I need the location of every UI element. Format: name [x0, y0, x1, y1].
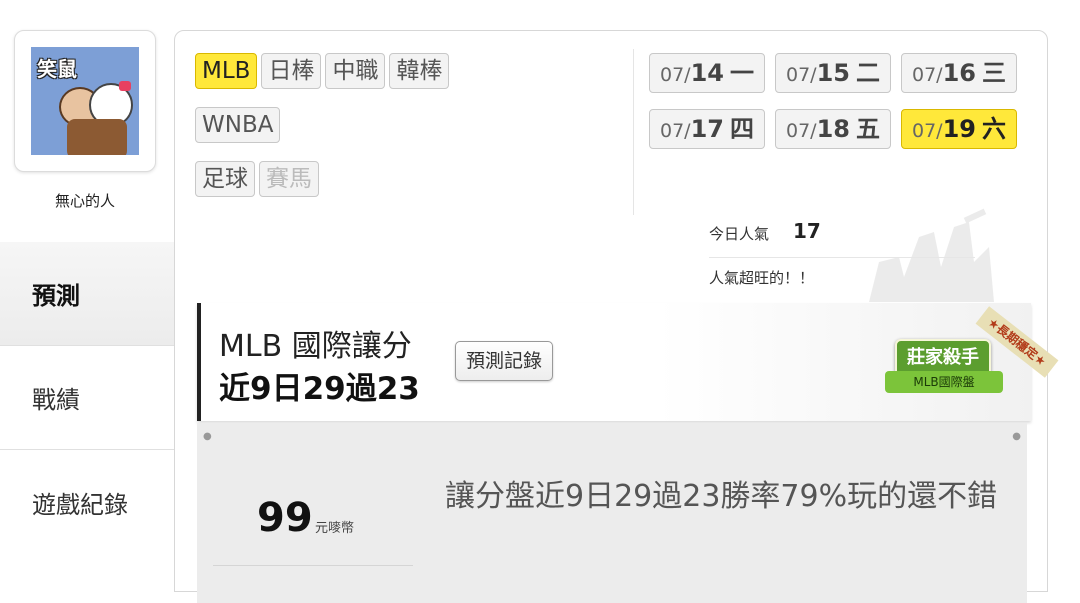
date-weekday: 三: [982, 59, 1007, 87]
date-prefix: 07/: [911, 120, 943, 142]
popularity-divider: [709, 257, 975, 258]
pin-icon: ●: [1012, 431, 1021, 442]
avatar: 笑鼠: [31, 47, 139, 155]
date-day: 14: [690, 59, 724, 87]
prediction-info-panel: ● ● 99 元嘜幣 讓分盤近9日29過23勝率79%玩的還不錯: [197, 423, 1027, 603]
popularity-note: 人氣超旺的！！: [709, 269, 815, 287]
side-menu: 預測 戰績 遊戲紀錄: [0, 242, 174, 554]
league-tab-soccer[interactable]: 足球: [195, 161, 255, 197]
league-row-3: 足球 賽馬: [195, 161, 323, 197]
date-tab-0719[interactable]: 07/19 六: [901, 109, 1017, 149]
date-day: 18: [816, 115, 850, 143]
date-weekday: 六: [982, 115, 1007, 143]
mouse-body-icon: [67, 119, 127, 155]
league-row-1: MLB 日棒 中職 韓棒: [195, 53, 453, 89]
league-tab-horse-racing: 賽馬: [259, 161, 319, 197]
date-day: 17: [690, 115, 724, 143]
league-tab-mlb[interactable]: MLB: [195, 53, 258, 89]
popularity-value: 17: [793, 219, 821, 243]
date-prefix: 07/: [785, 64, 817, 86]
date-weekday: 二: [856, 59, 881, 87]
date-weekday: 五: [856, 115, 881, 143]
prediction-history-button[interactable]: 預測記錄: [455, 341, 554, 381]
main-panel: MLB 日棒 中職 韓棒 WNBA 足球 賽馬 07/14 一 07/15 二 07/1…: [174, 30, 1059, 603]
league-tab-npb[interactable]: 日棒: [261, 53, 322, 89]
league-tab-kbo[interactable]: 韓棒: [389, 53, 450, 89]
avatar-caption: 笑鼠: [37, 57, 77, 81]
ribbon-icon: [119, 81, 131, 91]
price-underline: [213, 565, 413, 566]
date-prefix: 07/: [659, 64, 691, 86]
league-tab-cpbl[interactable]: 中職: [325, 53, 386, 89]
user-name: 無心的人: [54, 192, 115, 210]
date-day: 19: [942, 115, 976, 143]
date-weekday: 四: [730, 115, 755, 143]
date-tab-0715[interactable]: 07/15 二: [775, 53, 891, 93]
date-weekday: 一: [730, 59, 755, 87]
league-row-2: WNBA: [195, 107, 284, 143]
date-prefix: 07/: [785, 120, 817, 142]
prediction-description: 讓分盤近9日29過23勝率79%玩的還不錯: [445, 479, 998, 514]
menu-item-game-log[interactable]: 遊戲紀錄: [0, 450, 174, 554]
badge-subtitle: MLB國際盤: [885, 371, 1003, 393]
date-tab-0717[interactable]: 07/17 四: [649, 109, 765, 149]
pin-icon: ●: [203, 431, 212, 442]
achievement-badge: 莊家殺手 MLB國際盤 ★長期穩定★: [881, 306, 1059, 421]
record-header: MLB 國際讓分 近9日29過23 預測記錄 莊家殺手 MLB國際盤 ★長期穩定…: [197, 303, 1059, 421]
avatar-card[interactable]: 笑鼠: [14, 30, 156, 172]
menu-item-record[interactable]: 戰績: [0, 346, 174, 450]
popularity-label: 今日人氣: [709, 225, 770, 243]
date-day: 16: [942, 59, 976, 87]
date-prefix: 07/: [659, 120, 691, 142]
price-unit: 元嘜幣: [315, 521, 355, 536]
record-title: MLB 國際讓分: [219, 329, 412, 364]
price-amount: 99: [257, 495, 313, 541]
date-day: 15: [816, 59, 850, 87]
divider: [633, 49, 634, 215]
date-prefix: 07/: [911, 64, 943, 86]
menu-item-predict[interactable]: 預測: [0, 242, 174, 346]
league-tab-wnba[interactable]: WNBA: [195, 107, 281, 143]
date-tab-0714[interactable]: 07/14 一: [649, 53, 765, 93]
record-summary: 近9日29過23: [219, 371, 420, 407]
date-tab-0718[interactable]: 07/18 五: [775, 109, 891, 149]
price-box: 99 元嘜幣: [205, 487, 413, 567]
date-tab-0716[interactable]: 07/16 三: [901, 53, 1017, 93]
